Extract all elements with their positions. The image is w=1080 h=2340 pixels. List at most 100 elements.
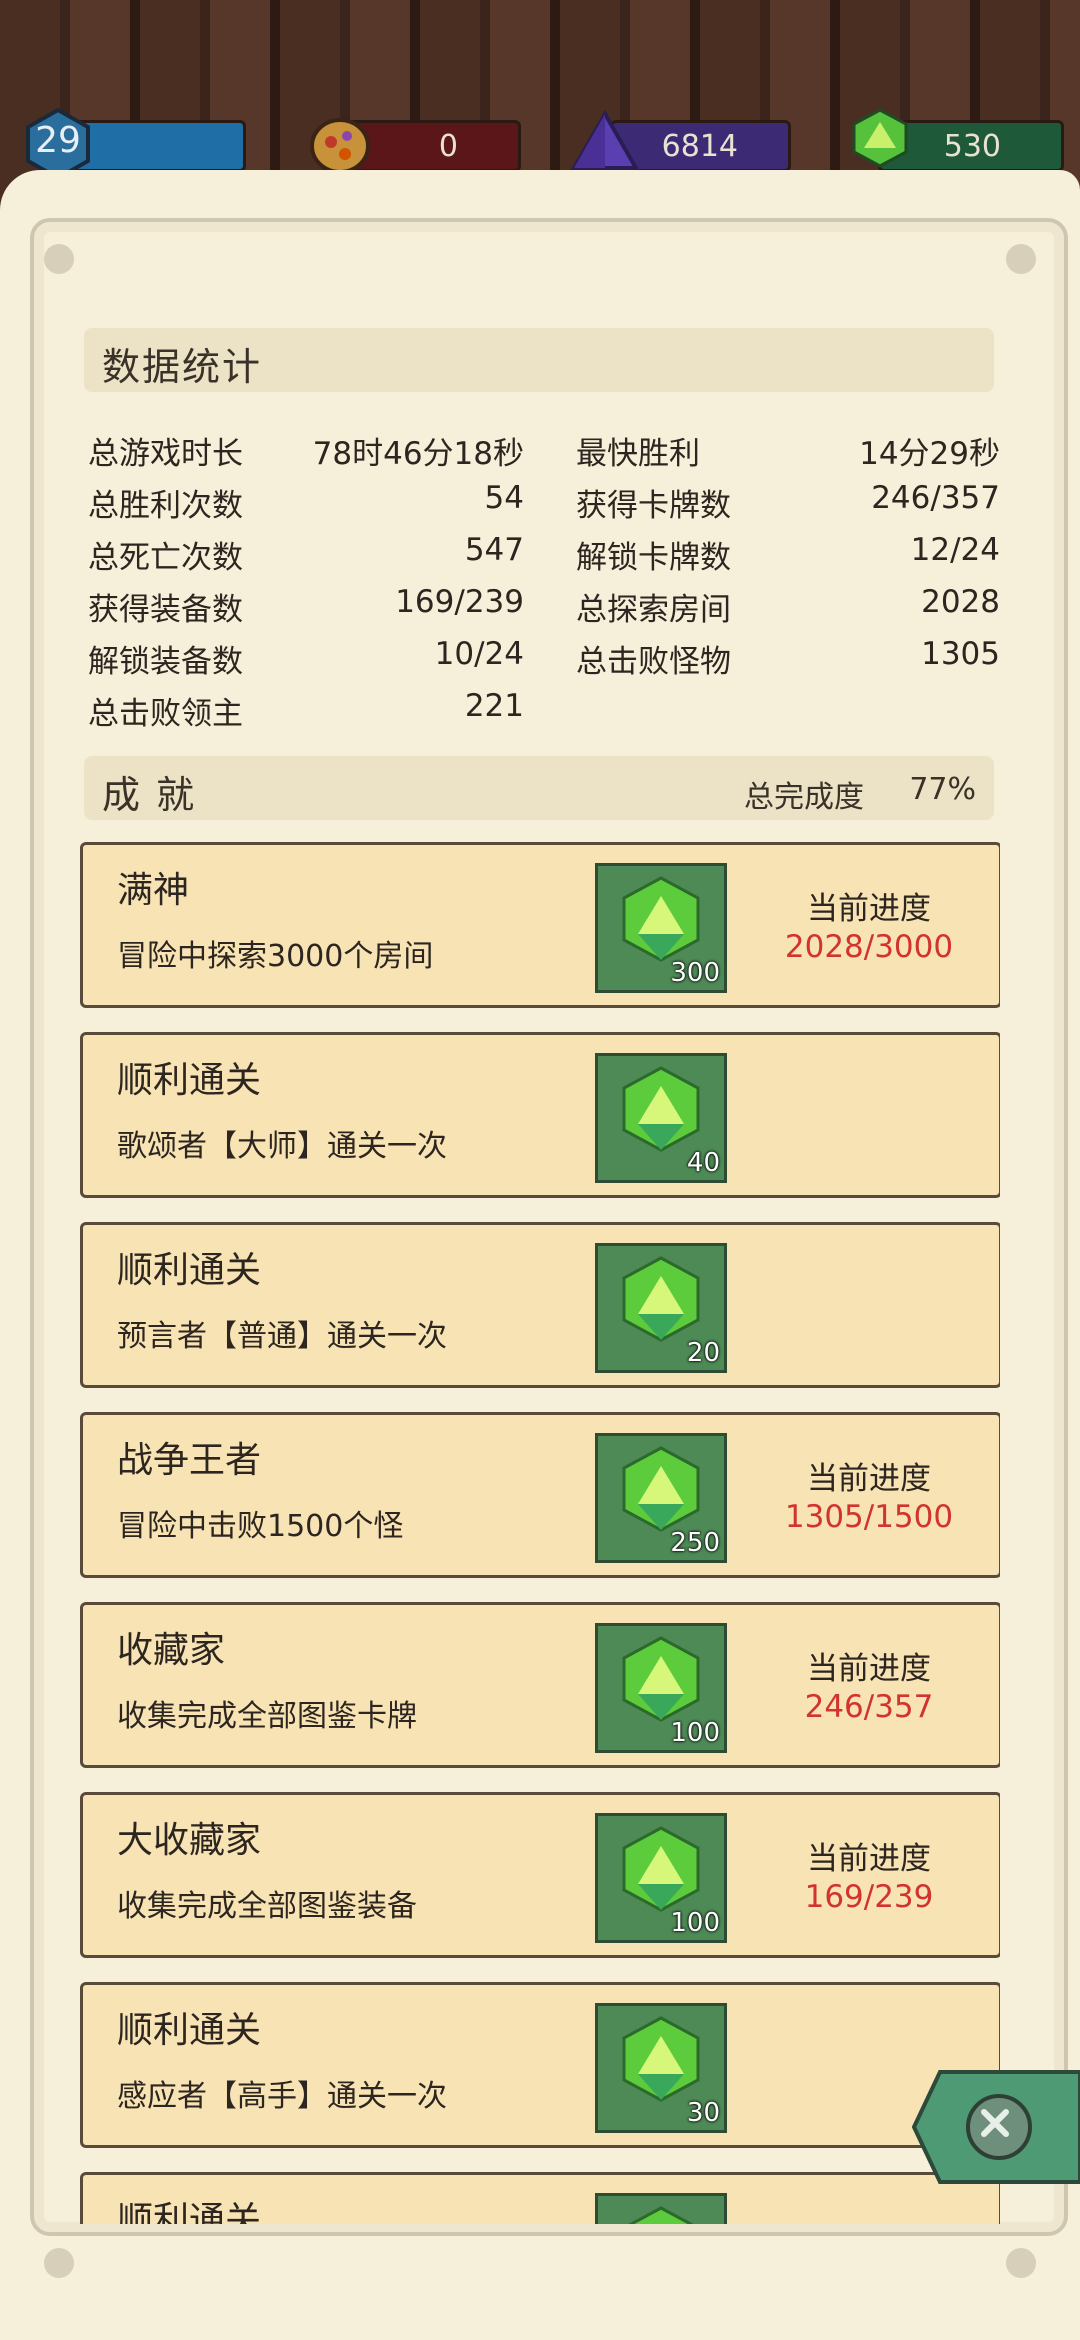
stat-value: 2028 xyxy=(921,584,1000,620)
achievement-name: 顺利通关 xyxy=(117,2010,262,2051)
progress-label: 当前进度 xyxy=(807,1651,931,1687)
reward-amount: 30 xyxy=(686,2098,720,2128)
stats-grid: 总游戏时长 78时46分18秒 最快胜利 14分29秒 总胜利次数 54 获得卡… xyxy=(88,424,1008,736)
stat-value: 12/24 xyxy=(910,532,1000,568)
achievements-title: 成 就 xyxy=(102,773,197,817)
stat-row: 解锁装备数 10/24 总击败怪物 1305 xyxy=(88,632,1008,684)
reward-amount: 100 xyxy=(670,1908,720,1938)
frame-corner xyxy=(44,2248,74,2278)
green-gem-icon xyxy=(622,1256,700,1342)
achievement-name: 大收藏家 xyxy=(117,1820,262,1861)
achievement-desc: 冒险中探索3000个房间 xyxy=(117,939,434,974)
achievement-card[interactable]: 顺利通关歌颂者【大师】通关一次 40 xyxy=(80,1032,1000,1198)
stat-value: 78时46分18秒 xyxy=(312,436,524,472)
green-gem-icon xyxy=(628,2206,694,2224)
achievement-card[interactable]: 收藏家 收集完成全部图鉴卡牌 100 当前进度 246/357 xyxy=(80,1602,1000,1768)
stat-label: 获得装备数 xyxy=(88,592,243,628)
reward-amount: 40 xyxy=(686,1148,720,1178)
progress-value: 246/357 xyxy=(804,1689,934,1725)
achievements-header: 成 就 总完成度 77% xyxy=(84,756,994,820)
reward-tile: 100 xyxy=(595,1813,727,1943)
stat-row: 获得装备数 169/239 总探索房间 2028 xyxy=(88,580,1008,632)
green-gem-icon xyxy=(622,1636,700,1722)
rock-ore-icon xyxy=(305,108,375,178)
green-gem-icon xyxy=(622,1066,700,1152)
progress-value: 1305/1500 xyxy=(784,1499,954,1535)
reward-tile: 30 xyxy=(595,2003,727,2133)
reward-amount: 300 xyxy=(670,958,720,988)
achievement-name: 战争王者 xyxy=(117,1440,262,1481)
achievement-desc: 歌颂者【大师】通关一次 xyxy=(117,1129,447,1164)
reward-tile: 100 xyxy=(595,1623,727,1753)
achievement-name: 顺利通关 xyxy=(117,2200,262,2224)
stat-row: 总游戏时长 78时46分18秒 最快胜利 14分29秒 xyxy=(88,424,1008,476)
achievement-card[interactable]: 顺利通关感应者【高手】通关一次 30 xyxy=(80,1982,1000,2148)
green-resource-value: 530 xyxy=(943,129,1001,164)
achievement-name: 顺利通关 xyxy=(117,1060,262,1101)
stat-label: 总游戏时长 xyxy=(88,436,243,472)
frame-corner xyxy=(1006,2248,1036,2278)
progress-label: 当前进度 xyxy=(807,1461,931,1497)
reward-tile: 20 xyxy=(595,1243,727,1373)
stat-label: 解锁装备数 xyxy=(88,644,243,680)
stats-header: 数据统计 xyxy=(84,328,994,392)
stat-label: 解锁卡牌数 xyxy=(576,540,731,576)
close-icon[interactable] xyxy=(966,2094,1032,2160)
achievement-desc: 预言者【普通】通关一次 xyxy=(117,1319,447,1354)
stat-label: 总探索房间 xyxy=(576,592,731,628)
achievement-desc: 收集完成全部图鉴装备 xyxy=(117,1889,417,1924)
achievement-desc: 冒险中击败1500个怪 xyxy=(117,1509,404,1544)
stat-label: 最快胜利 xyxy=(576,436,700,472)
stat-value: 246/357 xyxy=(871,480,1000,516)
stat-label: 总击败领主 xyxy=(88,696,243,732)
stat-value: 10/24 xyxy=(434,636,524,672)
achievement-name: 满神 xyxy=(117,870,190,911)
reward-tile xyxy=(595,2193,727,2224)
achievement-card[interactable]: 顺利通关 预言者【普通】通关一次 20 xyxy=(80,1222,1000,1388)
green-gem-icon xyxy=(622,1446,700,1532)
stat-row: 总击败领主 221 xyxy=(88,684,1008,736)
stat-value: 14分29秒 xyxy=(859,436,1000,472)
achievement-card[interactable]: 大收藏家收集完成全部图鉴装备 100 当前进度 169/239 xyxy=(80,1792,1000,1958)
stat-value: 54 xyxy=(484,480,524,516)
completion-label: 总完成度 xyxy=(744,780,864,815)
stat-label: 总击败怪物 xyxy=(576,644,731,680)
achievement-list[interactable]: 满神 冒险中探索3000个房间 300 当前进度 2028/3000 顺利通关 歌颂者【大师… xyxy=(80,842,1000,2224)
stat-label: 获得卡牌数 xyxy=(576,488,731,524)
stat-row: 总胜利次数 54 获得卡牌数 246/357 xyxy=(88,476,1008,528)
achievement-card[interactable]: 战争王者冒险中击败1500个怪 250 当前进度 1305/1500 xyxy=(80,1412,1000,1578)
reward-amount: 100 xyxy=(670,1718,720,1748)
level-value: 29 xyxy=(35,120,81,161)
stat-label: 总死亡次数 xyxy=(88,540,243,576)
completion-value: 77% xyxy=(909,772,976,807)
stat-value: 547 xyxy=(464,532,524,568)
close-tab[interactable] xyxy=(912,2068,1080,2186)
reward-amount: 20 xyxy=(686,1338,720,1368)
reward-amount: 250 xyxy=(670,1528,720,1558)
progress-value: 169/239 xyxy=(804,1879,934,1915)
stat-row: 总死亡次数 547 解锁卡牌数 12/24 xyxy=(88,528,1008,580)
stat-value: 169/239 xyxy=(395,584,524,620)
achievement-card[interactable]: 顺利通关 xyxy=(80,2172,1000,2224)
green-gem-icon xyxy=(622,876,700,962)
stat-label: 总胜利次数 xyxy=(88,488,243,524)
stats-title: 数据统计 xyxy=(102,345,263,389)
achievement-desc: 感应者【高手】通关一次 xyxy=(117,2079,447,2114)
stat-value: 221 xyxy=(464,688,524,724)
green-gem-icon xyxy=(622,1826,700,1912)
purple-crystal-icon xyxy=(570,108,640,178)
achievement-desc: 收集完成全部图鉴卡牌 xyxy=(117,1699,417,1734)
green-gem-icon xyxy=(850,108,920,178)
frame-corner xyxy=(1006,244,1036,274)
progress-label: 当前进度 xyxy=(807,891,931,927)
frame-corner xyxy=(44,244,74,274)
purple-resource-value: 6814 xyxy=(661,129,738,164)
reward-tile: 40 xyxy=(595,1053,727,1183)
reward-tile: 250 xyxy=(595,1433,727,1563)
progress-label: 当前进度 xyxy=(807,1841,931,1877)
green-gem-icon xyxy=(622,2016,700,2102)
stat-value: 1305 xyxy=(921,636,1000,672)
reward-tile: 300 xyxy=(595,863,727,993)
achievement-card[interactable]: 满神 冒险中探索3000个房间 300 当前进度 2028/3000 xyxy=(80,842,1000,1008)
red-resource-value: 0 xyxy=(438,129,458,164)
